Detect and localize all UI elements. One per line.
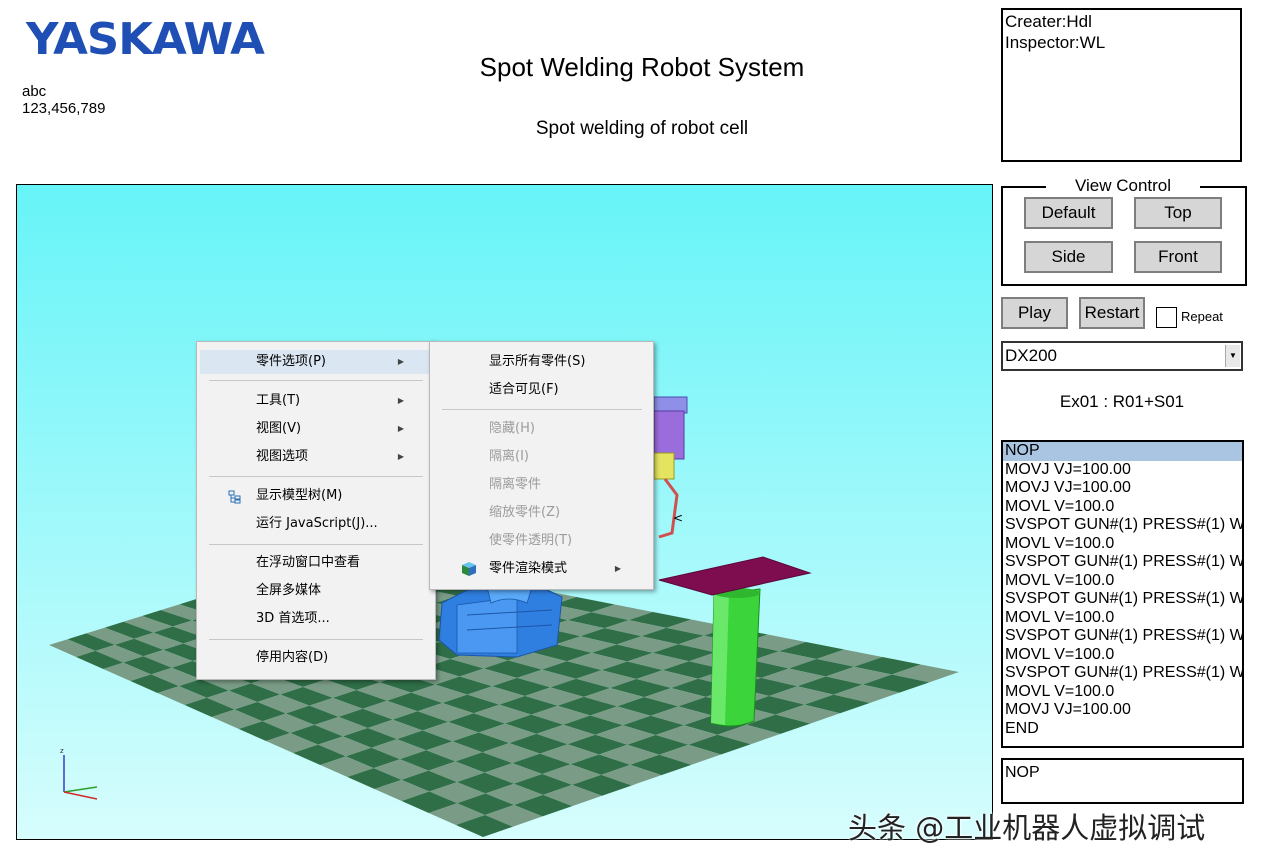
workpiece-plate — [658, 556, 812, 596]
front-view-button[interactable]: Front — [1134, 241, 1222, 273]
menu-item-label: 缩放零件(Z) — [489, 505, 561, 520]
menu-item-tools[interactable]: 工具(T) ▶ — [200, 389, 430, 413]
play-button[interactable]: Play — [1001, 297, 1068, 329]
job-line[interactable]: MOVL V=100.0 — [1003, 535, 1242, 554]
job-listing[interactable]: NOP MOVJ VJ=100.00 MOVJ VJ=100.00 MOVL V=10… — [1001, 440, 1244, 748]
menu-item-label: 隐藏(H) — [489, 421, 535, 436]
job-line[interactable]: MOVL V=100.0 — [1003, 572, 1242, 591]
menu-item-label: 全屏多媒体 — [256, 583, 322, 598]
svg-text:z: z — [60, 747, 64, 755]
page-title: Spot Welding Robot System — [479, 52, 805, 82]
parts-options-submenu: 显示所有零件(S) 适合可见(F) 隐藏(H) 隔离(I) 隔离零件 缩放零件(… — [429, 341, 654, 590]
menu-item-label: 工具(T) — [256, 393, 301, 408]
chevron-down-icon[interactable]: ▼ — [1225, 345, 1240, 367]
submenu-item-show-all-parts[interactable]: 显示所有零件(S) — [433, 350, 651, 374]
watermark-text: 头条 @工业机器人虚拟调试 — [848, 811, 1206, 845]
robot-arm-top: < — [653, 396, 688, 539]
repeat-label: Repeat — [1181, 309, 1223, 324]
controller-select-value: DX200 — [1005, 346, 1057, 365]
menu-item-label: 显示模型树(M) — [256, 488, 343, 503]
job-line[interactable]: SVSPOT GUN#(1) PRESS#(1) WTM=1 WELD — [1003, 516, 1242, 535]
menu-item-view-floating[interactable]: 在浮动窗口中查看 — [200, 551, 430, 575]
green-pillar — [710, 588, 761, 727]
menu-item-3d-prefs[interactable]: 3D 首选项... — [200, 607, 430, 631]
job-line[interactable]: MOVL V=100.0 — [1003, 646, 1242, 665]
job-line[interactable]: MOVJ VJ=100.00 — [1003, 461, 1242, 480]
job-line[interactable]: SVSPOT GUN#(1) PRESS#(1) WTM=1 WELD — [1003, 553, 1242, 572]
default-view-button[interactable]: Default — [1024, 197, 1113, 229]
menu-item-run-javascript[interactable]: 运行 JavaScript(J)... — [200, 512, 430, 536]
axis-triad: z — [60, 747, 98, 800]
menu-separator — [442, 409, 642, 410]
inspector-text: Inspector:WL — [1005, 33, 1106, 52]
job-line[interactable]: SVSPOT GUN#(1) PRESS#(1) WTM=1 WELD — [1003, 590, 1242, 609]
context-menu: 零件选项(P) ▶ 工具(T) ▶ 视图(V) ▶ 视图选项 ▶ 显示模型树(M… — [196, 341, 436, 680]
render-mode-cube-icon — [461, 561, 477, 577]
menu-item-label: 零件渲染模式 — [489, 561, 568, 576]
menu-item-label: 停用内容(D) — [256, 650, 329, 665]
menu-item-fullscreen-media[interactable]: 全屏多媒体 — [200, 579, 430, 603]
submenu-item-fit-visible[interactable]: 适合可见(F) — [433, 378, 651, 402]
creator-text: Creater:Hdl — [1005, 12, 1092, 31]
job-label: Ex01 : R01+S01 — [1059, 392, 1185, 411]
menu-separator — [209, 476, 423, 477]
submenu-item-isolate-part[interactable]: 隔离零件 — [433, 473, 651, 497]
submenu-item-render-mode[interactable]: 零件渲染模式 ▶ — [433, 557, 651, 581]
top-view-button[interactable]: Top — [1134, 197, 1222, 229]
menu-item-label: 在浮动窗口中查看 — [256, 555, 361, 570]
submenu-item-make-transparent[interactable]: 使零件透明(T) — [433, 529, 651, 553]
submenu-item-zoom-part[interactable]: 缩放零件(Z) — [433, 501, 651, 525]
menu-item-label: 3D 首选项... — [256, 611, 330, 626]
job-line[interactable]: NOP — [1003, 442, 1242, 461]
svg-text:<: < — [673, 511, 683, 525]
info-line-1: abc — [22, 83, 47, 100]
job-line[interactable]: MOVL V=100.0 — [1003, 683, 1242, 702]
menu-item-label: 零件选项(P) — [256, 354, 326, 369]
submenu-item-hide[interactable]: 隐藏(H) — [433, 417, 651, 441]
menu-item-label: 适合可见(F) — [489, 382, 559, 397]
submenu-item-isolate[interactable]: 隔离(I) — [433, 445, 651, 469]
submenu-arrow-icon: ▶ — [614, 564, 621, 573]
menu-item-show-model-tree[interactable]: 显示模型树(M) — [200, 484, 430, 508]
job-line[interactable]: MOVJ VJ=100.00 — [1003, 479, 1242, 498]
page-subtitle: Spot welding of robot cell — [535, 118, 749, 139]
menu-item-view-options[interactable]: 视图选项 ▶ — [200, 445, 430, 469]
job-line[interactable]: MOVL V=100.0 — [1003, 498, 1242, 517]
repeat-checkbox[interactable] — [1156, 307, 1177, 328]
info-line-2: 123,456,789 — [22, 100, 106, 117]
side-view-button[interactable]: Side — [1024, 241, 1113, 273]
submenu-arrow-icon: ▶ — [397, 452, 404, 461]
menu-item-label: 隔离零件 — [489, 477, 542, 492]
menu-item-label: 视图(V) — [256, 421, 302, 436]
model-tree-icon — [228, 489, 242, 504]
job-line[interactable]: MOVL V=100.0 — [1003, 609, 1242, 628]
menu-item-disable-content[interactable]: 停用内容(D) — [200, 646, 430, 670]
view-control-legend: View Control — [1046, 176, 1200, 196]
yaskawa-logo: YASKAWA — [26, 14, 265, 65]
job-line[interactable]: MOVJ VJ=100.00 — [1003, 701, 1242, 720]
restart-button[interactable]: Restart — [1079, 297, 1145, 329]
menu-item-parts-options[interactable]: 零件选项(P) ▶ — [200, 350, 430, 374]
menu-item-label: 使零件透明(T) — [489, 533, 573, 548]
job-line[interactable]: SVSPOT GUN#(1) PRESS#(1) WTM=1 WELD — [1003, 664, 1242, 683]
menu-separator — [209, 544, 423, 545]
menu-item-label: 隔离(I) — [489, 449, 529, 464]
header-info: abc 123,456,789 — [22, 83, 105, 117]
submenu-arrow-icon: ▶ — [397, 357, 404, 366]
menu-item-label: 视图选项 — [256, 449, 309, 464]
menu-separator — [209, 639, 423, 640]
submenu-arrow-icon: ▶ — [397, 424, 404, 433]
menu-separator — [209, 380, 423, 381]
job-line[interactable]: SVSPOT GUN#(1) PRESS#(1) WTM=1 WELD — [1003, 627, 1242, 646]
submenu-arrow-icon: ▶ — [397, 396, 404, 405]
status-box: NOP — [1001, 758, 1244, 804]
job-line[interactable]: END — [1003, 720, 1242, 739]
controller-select[interactable]: DX200 ▼ — [1001, 341, 1243, 371]
menu-item-label: 显示所有零件(S) — [489, 354, 586, 369]
menu-item-label: 运行 JavaScript(J)... — [256, 516, 378, 531]
menu-item-view[interactable]: 视图(V) ▶ — [200, 417, 430, 441]
credits-box: Creater:Hdl Inspector:WL — [1001, 8, 1242, 162]
